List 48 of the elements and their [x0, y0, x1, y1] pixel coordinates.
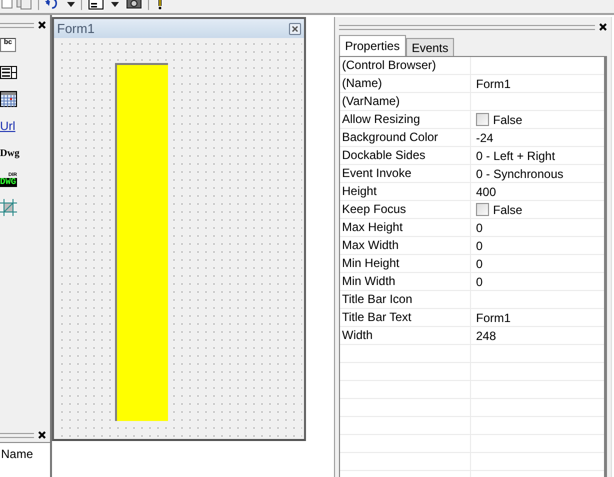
property-value[interactable]: 0: [476, 256, 483, 270]
close-icon[interactable]: [38, 21, 46, 29]
form-control[interactable]: [115, 63, 168, 421]
property-name: Min Width: [342, 274, 396, 288]
property-name: Max Height: [342, 220, 403, 234]
property-value[interactable]: -24: [476, 130, 494, 144]
close-icon[interactable]: [599, 23, 607, 31]
property-value[interactable]: False: [493, 112, 522, 126]
property-name: Title Bar Icon: [342, 292, 412, 306]
property-name: Allow Resizing: [342, 112, 420, 126]
property-name: Background Color: [342, 130, 438, 144]
close-icon[interactable]: [289, 22, 301, 34]
property-name: Width: [342, 328, 373, 342]
grid-icon[interactable]: [0, 198, 17, 216]
form-title: Form1: [57, 21, 95, 36]
property-name: (VarName): [342, 94, 400, 108]
property-value[interactable]: 0: [476, 238, 483, 252]
checkbox[interactable]: [476, 203, 489, 216]
property-value[interactable]: Form1: [476, 76, 511, 90]
property-name: Min Height: [342, 256, 400, 270]
property-value[interactable]: 400: [476, 184, 496, 198]
property-name: Title Bar Text: [342, 310, 412, 324]
form-icon[interactable]: [88, 0, 104, 10]
close-icon[interactable]: [38, 431, 46, 439]
property-name: Max Width: [342, 238, 399, 252]
property-value[interactable]: 0 - Left + Right: [476, 148, 556, 162]
property-value[interactable]: 0 - Synchronous: [476, 166, 564, 180]
property-name: (Name): [342, 76, 382, 90]
checkbox[interactable]: [476, 113, 489, 126]
property-value[interactable]: False: [493, 202, 522, 216]
property-value[interactable]: 248: [476, 328, 496, 342]
property-value[interactable]: 0: [476, 274, 483, 288]
tab[interactable]: Properties: [339, 35, 406, 56]
property-value[interactable]: Form1: [476, 310, 511, 324]
property-value[interactable]: 0: [476, 220, 483, 234]
tab[interactable]: Events: [406, 38, 454, 56]
property-name: Keep Focus: [342, 202, 406, 216]
property-name: Dockable Sides: [342, 148, 426, 162]
property-name: (Control Browser): [342, 58, 436, 72]
calendar-icon[interactable]: [0, 91, 17, 107]
url-tool[interactable]: Url: [0, 119, 16, 133]
property-name: Event Invoke: [342, 166, 412, 180]
camera-icon[interactable]: [126, 0, 142, 10]
copy-icon[interactable]: [16, 0, 32, 10]
document-icon[interactable]: [0, 0, 14, 10]
listbox-icon[interactable]: [0, 66, 17, 78]
dwg-tool[interactable]: Dwg: [0, 148, 20, 158]
property-name: Height: [342, 184, 377, 198]
